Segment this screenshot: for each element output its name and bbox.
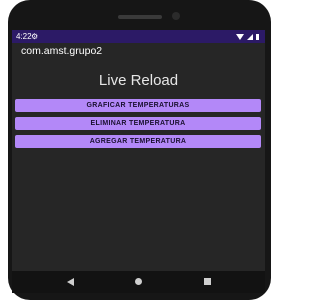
top-bezel [8, 0, 271, 30]
recents-icon[interactable] [204, 278, 211, 285]
navigation-bar [12, 271, 265, 293]
app-title: com.amst.grupo2 [21, 45, 103, 57]
back-icon[interactable] [67, 278, 74, 286]
wifi-icon [236, 33, 244, 40]
status-icons [236, 30, 259, 43]
eliminar-temperatura-button[interactable]: ELIMINAR TEMPERATURA [15, 117, 261, 130]
signal-icon [247, 33, 253, 40]
status-time: 4:22 [16, 32, 32, 41]
battery-icon [256, 33, 259, 40]
agregar-temperatura-button[interactable]: AGREGAR TEMPERATURA [15, 135, 261, 148]
page-heading: Live Reload [98, 72, 179, 89]
speaker-grille [118, 15, 162, 19]
device-screen: 4:22 ⚙ com.amst.grupo2 Live Reload GRAFI… [12, 30, 265, 293]
status-bar: 4:22 ⚙ [12, 30, 265, 43]
graficar-temperaturas-button[interactable]: GRAFICAR TEMPERATURAS [15, 99, 261, 112]
front-camera [172, 12, 180, 20]
home-icon[interactable] [135, 278, 142, 285]
gear-icon: ⚙ [31, 32, 39, 41]
